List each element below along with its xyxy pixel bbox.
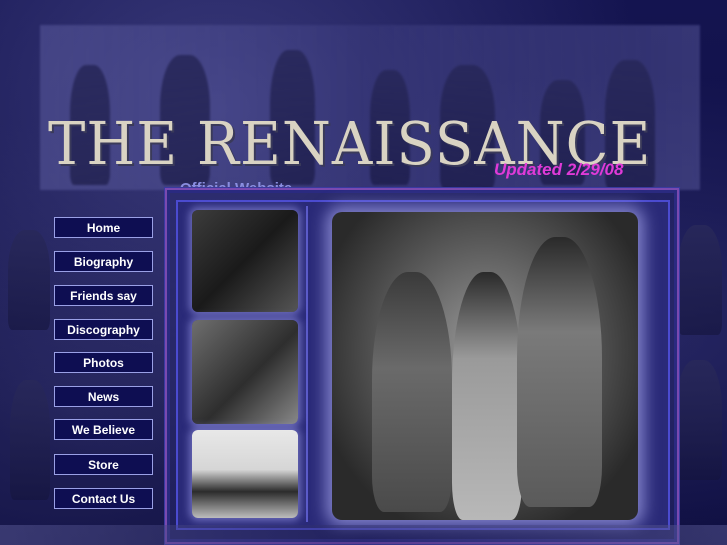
nav-store-button[interactable]: Store xyxy=(54,454,153,475)
thumbnail-photo-1[interactable] xyxy=(192,210,298,312)
thumbnail-photo-2[interactable] xyxy=(192,320,298,424)
site-title: THE RENAISSANCE xyxy=(48,110,652,179)
side-photo-right-lower xyxy=(676,360,722,480)
nav-news-button[interactable]: News xyxy=(54,386,153,407)
updated-date: Updated 2/29/08 xyxy=(494,160,624,179)
thumbnail-photo-3[interactable] xyxy=(192,430,298,518)
footer-photo-strip xyxy=(0,525,727,545)
side-photo-left-lower xyxy=(10,380,50,500)
nav-discography-button[interactable]: Discography xyxy=(54,319,153,340)
side-photo-right xyxy=(678,225,722,335)
nav-home-button[interactable]: Home xyxy=(54,217,153,238)
nav-friends-say-button[interactable]: Friends say xyxy=(54,285,153,306)
nav-photos-button[interactable]: Photos xyxy=(54,352,153,373)
nav-we-believe-button[interactable]: We Believe xyxy=(54,419,153,440)
main-group-photo xyxy=(332,212,638,520)
nav-biography-button[interactable]: Biography xyxy=(54,251,153,272)
side-photo-left xyxy=(8,230,50,330)
nav-contact-us-button[interactable]: Contact Us xyxy=(54,488,153,509)
